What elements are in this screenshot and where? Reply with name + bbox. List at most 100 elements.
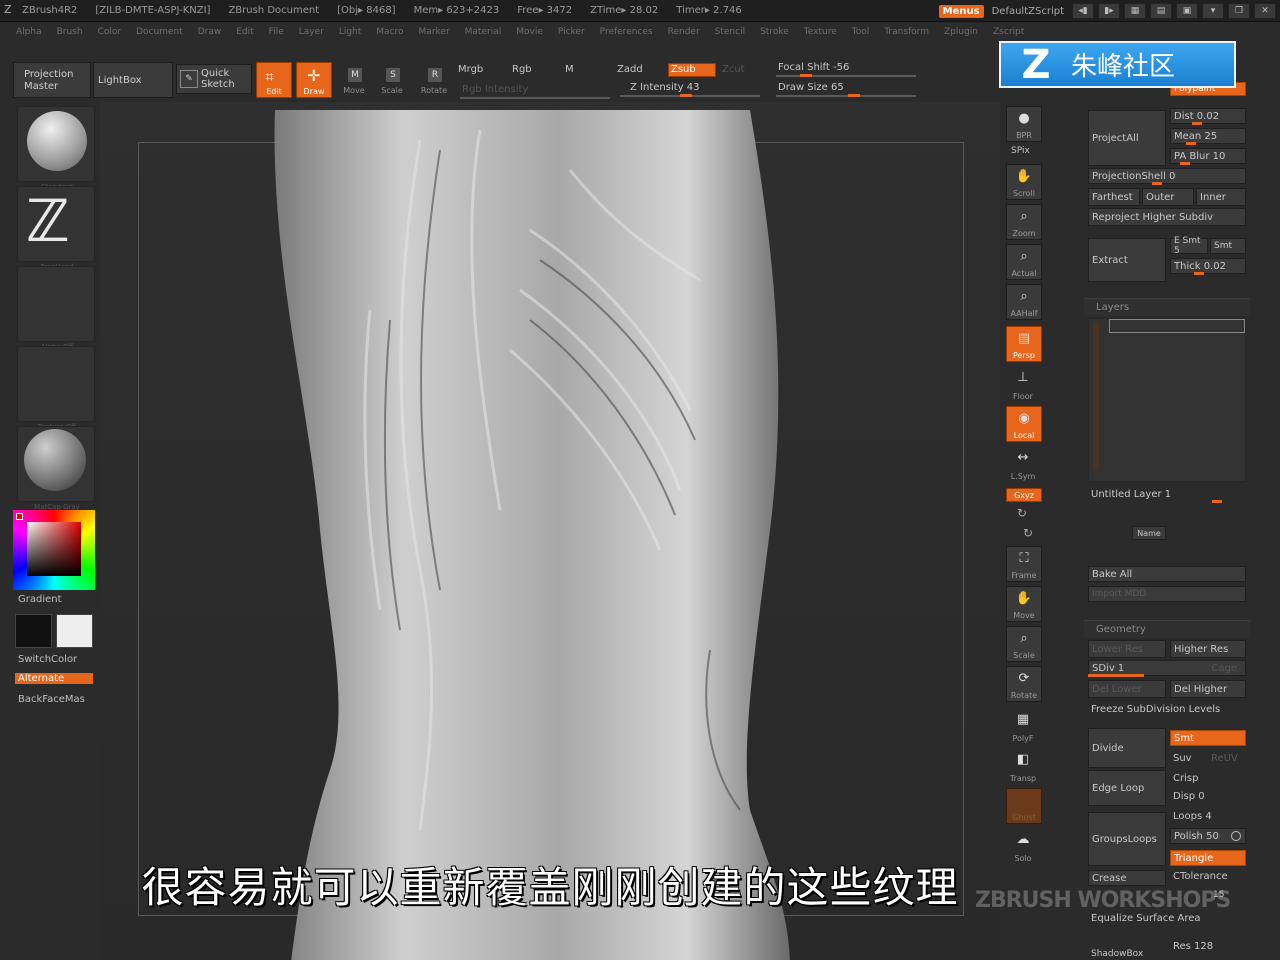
menu-picker[interactable]: Picker	[558, 27, 585, 37]
zsub-toggle[interactable]: Zsub	[668, 63, 716, 77]
e-smt-slider[interactable]: E Smt 5	[1170, 236, 1208, 256]
gradient-label[interactable]: Gradient	[18, 594, 62, 605]
stroke-picker[interactable]: ℤ FreeHand	[17, 186, 95, 271]
persp-button[interactable]: ▤ Persp	[1006, 326, 1042, 362]
thick-slider[interactable]: Thick 0.02	[1170, 258, 1246, 274]
suv-toggle[interactable]: Suv	[1170, 750, 1208, 766]
focal-shift-knob[interactable]	[800, 74, 812, 77]
untitled-layer-knob[interactable]	[1212, 500, 1222, 503]
crisp-toggle[interactable]: Crisp	[1170, 770, 1246, 786]
res-slider[interactable]: Res 128	[1170, 938, 1246, 954]
menu-brush[interactable]: Brush	[57, 27, 83, 37]
rgb-intensity-track[interactable]	[460, 97, 610, 99]
sdiv-knob[interactable]	[1088, 674, 1144, 677]
color-picker[interactable]	[13, 510, 95, 590]
menu-material[interactable]: Material	[465, 27, 502, 37]
menu-preferences[interactable]: Preferences	[600, 27, 653, 37]
menu-draw[interactable]: Draw	[198, 27, 222, 37]
lsym-button[interactable]: ↔ L.Sym	[1006, 446, 1042, 482]
projection-master-button[interactable]: Projection Master	[13, 62, 91, 98]
menu-transform[interactable]: Transform	[884, 27, 929, 37]
menu-tool[interactable]: Tool	[852, 27, 869, 37]
menu-document[interactable]: Document	[136, 27, 183, 37]
alpha-picker[interactable]: Alpha Off	[17, 266, 95, 351]
thick-knob[interactable]	[1194, 272, 1204, 275]
untitled-layer-slider[interactable]: Untitled Layer 1	[1088, 486, 1246, 502]
menu-zscript[interactable]: Zscript	[993, 27, 1024, 37]
minimize-icon[interactable]: ▾	[1202, 3, 1224, 19]
crease-button[interactable]: Crease	[1088, 870, 1166, 886]
menu-file[interactable]: File	[269, 27, 284, 37]
loops-slider[interactable]: Loops 4	[1170, 808, 1246, 824]
del-higher-button[interactable]: Del Higher	[1170, 680, 1246, 698]
projectall-button[interactable]: ProjectAll	[1088, 110, 1166, 166]
frame-button[interactable]: ⛶ Frame	[1006, 546, 1042, 582]
menu-macro[interactable]: Macro	[376, 27, 403, 37]
farthest-button[interactable]: Farthest	[1088, 188, 1140, 206]
restore-icon[interactable]: ❐	[1228, 3, 1250, 19]
menu-color[interactable]: Color	[98, 27, 122, 37]
pa-blur-knob[interactable]	[1180, 162, 1190, 165]
menu-texture[interactable]: Texture	[804, 27, 837, 37]
triangle-toggle[interactable]: Triangle	[1170, 850, 1246, 866]
dist-slider[interactable]: Dist 0.02	[1170, 108, 1246, 124]
scale-view-button[interactable]: ⌕ Scale	[1006, 626, 1042, 662]
reuv-toggle[interactable]: ReUV	[1208, 750, 1246, 766]
import-mdd-button[interactable]: Import MDD	[1088, 586, 1246, 602]
freeze-subdivision-button[interactable]: Freeze SubDivision Levels	[1088, 700, 1246, 718]
scale-mode-button[interactable]: S Scale	[374, 62, 410, 98]
draw-mode-button[interactable]: ✛ Draw	[296, 62, 332, 98]
rotate-z-icon[interactable]: ↻	[1023, 526, 1033, 540]
menu-stencil[interactable]: Stencil	[715, 27, 745, 37]
quick-sketch-button[interactable]: ✎ Quick Sketch	[176, 64, 252, 94]
bake-all-button[interactable]: Bake All	[1088, 566, 1246, 582]
divide-button[interactable]: Divide	[1088, 728, 1166, 768]
rgb-intensity-slider[interactable]: Rgb Intensity	[462, 84, 528, 95]
polyf-button[interactable]: ▦ PolyF	[1006, 708, 1042, 744]
s-smt-slider[interactable]: Smt	[1210, 238, 1246, 254]
menu-layer[interactable]: Layer	[299, 27, 324, 37]
ctolerance-slider[interactable]: CTolerance	[1170, 868, 1246, 884]
groupsloops-button[interactable]: GroupsLoops	[1088, 812, 1166, 866]
mrgb-toggle[interactable]: Mrgb	[458, 64, 483, 75]
lower-res-button[interactable]: Lower Res	[1088, 640, 1166, 658]
outer-button[interactable]: Outer	[1142, 188, 1194, 206]
backfacemask-button[interactable]: BackFaceMas	[18, 694, 85, 705]
zoom-button[interactable]: ⌕ Zoom	[1006, 204, 1042, 240]
extract-button[interactable]: Extract	[1088, 238, 1166, 282]
layer-selected-slot[interactable]	[1109, 319, 1245, 333]
layout-icon[interactable]: ▦	[1124, 3, 1146, 19]
focal-shift-track[interactable]	[776, 75, 916, 77]
brush-picker[interactable]: Standard	[17, 106, 95, 191]
shadowbox-button[interactable]: ShadowBox	[1088, 948, 1166, 960]
m-toggle[interactable]: M	[565, 64, 574, 75]
menu-light[interactable]: Light	[339, 27, 361, 37]
smt-toggle[interactable]: Smt	[1170, 730, 1246, 746]
secondary-color-swatch[interactable]	[56, 614, 93, 648]
spix-slider[interactable]: SPix	[1011, 146, 1030, 156]
color-square[interactable]	[27, 522, 81, 576]
scroll-button[interactable]: ✋ Scroll	[1006, 164, 1042, 200]
script-prev-icon[interactable]: ◂▮	[1072, 3, 1094, 19]
ghost-button[interactable]: Ghost	[1006, 788, 1042, 824]
transp-button[interactable]: ◧ Transp	[1006, 748, 1042, 784]
move-mode-button[interactable]: M Move	[336, 62, 372, 98]
draw-size-slider[interactable]: Draw Size 65	[778, 82, 844, 93]
move-view-button[interactable]: ✋ Move	[1006, 586, 1042, 622]
projectionshell-slider[interactable]: ProjectionShell 0	[1088, 168, 1246, 184]
geometry-section-header[interactable]: Geometry	[1084, 620, 1250, 638]
menu-movie[interactable]: Movie	[516, 27, 543, 37]
edge-loop-button[interactable]: Edge Loop	[1088, 770, 1166, 806]
script-next-icon[interactable]: ▮▸	[1098, 3, 1120, 19]
floor-button[interactable]: ⊥ Floor	[1006, 366, 1042, 402]
menu-alpha[interactable]: Alpha	[16, 27, 42, 37]
menu-render[interactable]: Render	[668, 27, 700, 37]
reproject-higher-subdiv-button[interactable]: Reproject Higher Subdiv	[1088, 208, 1246, 226]
material-picker[interactable]: MatCap Gray	[17, 426, 95, 511]
draw-size-track[interactable]	[776, 95, 916, 97]
actual-button[interactable]: ⌕ Actual	[1006, 244, 1042, 280]
zadd-toggle[interactable]: Zadd	[617, 64, 643, 75]
xyz-button[interactable]: Gxyz	[1006, 488, 1042, 502]
layers-list[interactable]	[1088, 318, 1246, 482]
lock-icon[interactable]: ▣	[1176, 3, 1198, 19]
